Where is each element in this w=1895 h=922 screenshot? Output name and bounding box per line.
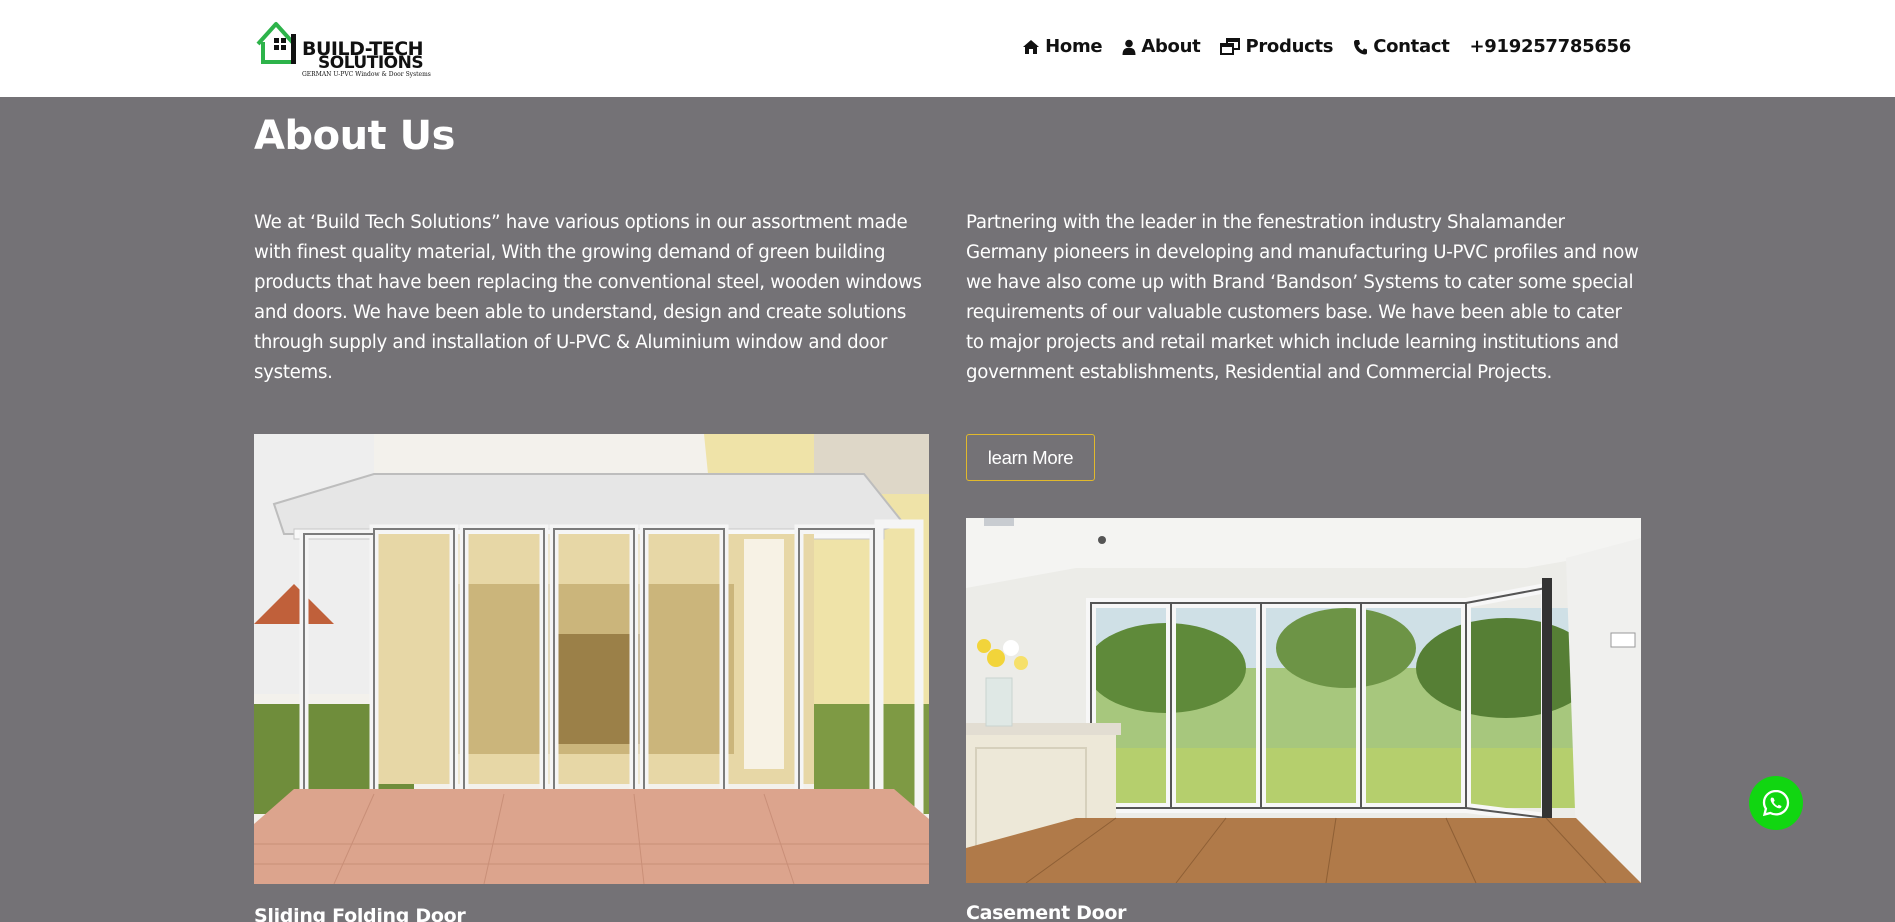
nav-phone-number[interactable]: +919257785656	[1470, 36, 1632, 57]
nav-home-label: Home	[1045, 36, 1103, 57]
nav-products-label: Products	[1245, 36, 1334, 57]
product-caption-casement-door: Casement Door	[966, 902, 1127, 922]
phone-icon	[1354, 39, 1368, 54]
nav-contact-label: Contact	[1373, 36, 1450, 57]
navbar: BUILD-TECH SOLUTIONS GERMAN U-PVC Window…	[0, 0, 1895, 97]
brand-name-line2: SOLUTIONS	[318, 53, 424, 73]
casement-door-image[interactable]	[966, 518, 1641, 883]
nav-products[interactable]: Products	[1220, 36, 1333, 57]
brand-tagline: GERMAN U-PVC Window & Door Systems	[302, 71, 431, 78]
windows-icon	[1220, 38, 1241, 55]
product-caption-sliding-folding-door: Sliding Folding Door	[254, 905, 466, 922]
about-paragraph-right: Partnering with the leader in the fenest…	[966, 212, 1639, 383]
page-title: About Us	[254, 113, 455, 159]
learn-more-button[interactable]: learn More	[966, 434, 1095, 481]
brand-logo[interactable]: BUILD-TECH SOLUTIONS GERMAN U-PVC Window…	[254, 18, 431, 80]
home-icon	[1023, 39, 1040, 54]
nav-about[interactable]: About	[1122, 36, 1201, 57]
whatsapp-icon	[1762, 789, 1790, 817]
nav-about-label: About	[1141, 36, 1201, 57]
about-paragraph-left: We at ‘Build Tech Solutions” have variou…	[254, 212, 922, 383]
whatsapp-button[interactable]	[1749, 776, 1803, 830]
house-logo-icon	[256, 22, 296, 64]
nav-home[interactable]: Home	[1022, 36, 1103, 57]
nav-contact[interactable]: Contact	[1353, 36, 1450, 57]
main-nav: Home About Products Contact +91925778565…	[1022, 36, 1631, 57]
sliding-folding-door-image[interactable]	[254, 434, 929, 884]
user-icon	[1122, 39, 1136, 55]
